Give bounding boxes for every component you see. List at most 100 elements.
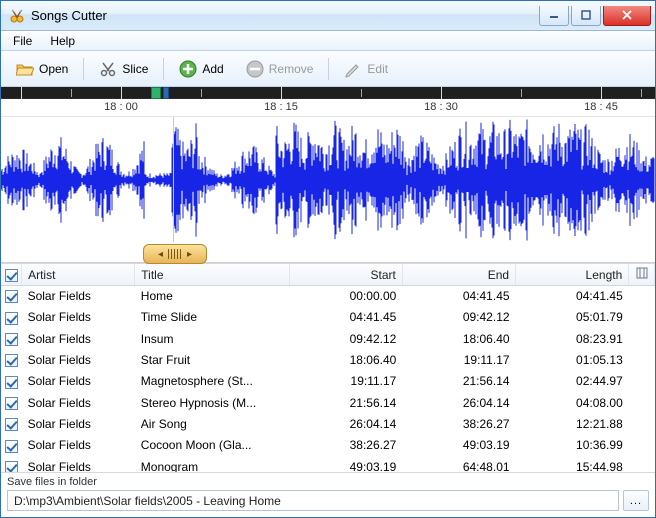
cell-start: 49:03.19 bbox=[289, 456, 402, 472]
app-icon bbox=[9, 8, 25, 24]
open-label: Open bbox=[39, 62, 68, 76]
row-checkbox[interactable] bbox=[1, 349, 22, 370]
col-check[interactable] bbox=[1, 264, 22, 286]
open-button[interactable]: Open bbox=[7, 55, 77, 83]
scrubber-handle[interactable]: ◂ ▸ bbox=[143, 244, 207, 264]
cell-start: 21:56.14 bbox=[289, 392, 402, 413]
col-length[interactable]: Length bbox=[516, 264, 629, 286]
cell-title: Cocoon Moon (Gla... bbox=[135, 435, 289, 456]
table-row[interactable]: Solar FieldsTime Slide04:41.4509:42.1205… bbox=[1, 307, 655, 328]
time-ruler[interactable]: 18 : 00 18 : 15 18 : 30 18 : 45 bbox=[1, 99, 655, 117]
arrow-left-icon: ◂ bbox=[158, 249, 163, 260]
table-row[interactable]: Solar FieldsHome00:00.0004:41.4504:41.45 bbox=[1, 286, 655, 307]
app-window: Songs Cutter File Help Open Slice Add Re… bbox=[0, 0, 656, 518]
remove-button[interactable]: Remove bbox=[237, 55, 323, 83]
cell-length: 04:41.45 bbox=[516, 286, 629, 307]
row-checkbox[interactable] bbox=[1, 371, 22, 392]
close-button[interactable] bbox=[603, 6, 651, 26]
cell-title: Time Slide bbox=[135, 307, 289, 328]
col-title[interactable]: Title bbox=[135, 264, 289, 286]
row-checkbox[interactable] bbox=[1, 456, 22, 472]
waveform bbox=[1, 117, 655, 243]
checkbox-icon[interactable] bbox=[5, 418, 18, 431]
checkbox-icon[interactable] bbox=[5, 269, 18, 282]
checkbox-icon[interactable] bbox=[5, 397, 18, 410]
row-checkbox[interactable] bbox=[1, 307, 22, 328]
slice-tick bbox=[441, 87, 442, 99]
toolbar-separator bbox=[328, 58, 329, 80]
cell-title: Magnetosphere (St... bbox=[135, 371, 289, 392]
plus-circle-icon bbox=[179, 60, 197, 78]
minimize-button[interactable] bbox=[539, 6, 569, 26]
table-row[interactable]: Solar FieldsMonogram49:03.1964:48.0115:4… bbox=[1, 456, 655, 472]
col-start[interactable]: Start bbox=[289, 264, 402, 286]
slice-track[interactable] bbox=[1, 87, 655, 99]
menu-file[interactable]: File bbox=[5, 32, 40, 50]
maximize-button[interactable] bbox=[571, 6, 601, 26]
save-folder-label: Save files in folder bbox=[1, 472, 655, 488]
cell-end: 09:42.12 bbox=[402, 307, 515, 328]
cell-length: 01:05.13 bbox=[516, 349, 629, 370]
slice-tick bbox=[361, 89, 362, 97]
row-checkbox[interactable] bbox=[1, 435, 22, 456]
titlebar[interactable]: Songs Cutter bbox=[1, 1, 655, 31]
checkbox-icon[interactable] bbox=[5, 376, 18, 389]
menu-help[interactable]: Help bbox=[42, 32, 83, 50]
cell-end: 49:03.19 bbox=[402, 435, 515, 456]
table-row[interactable]: Solar FieldsMagnetosphere (St...19:11.17… bbox=[1, 371, 655, 392]
save-path-field[interactable]: D:\mp3\Ambient\Solar fields\2005 - Leavi… bbox=[7, 490, 619, 511]
cell-artist: Solar Fields bbox=[22, 286, 135, 307]
row-checkbox[interactable] bbox=[1, 413, 22, 434]
edit-button[interactable]: Edit bbox=[335, 55, 397, 83]
slice-tick bbox=[641, 89, 642, 97]
minus-circle-icon bbox=[246, 60, 264, 78]
checkbox-icon[interactable] bbox=[5, 290, 18, 303]
checkbox-icon[interactable] bbox=[5, 461, 18, 472]
browse-button[interactable]: ... bbox=[623, 490, 649, 511]
table-row[interactable]: Solar FieldsStereo Hypnosis (M...21:56.1… bbox=[1, 392, 655, 413]
slice-marker[interactable] bbox=[163, 87, 169, 99]
slice-tick bbox=[21, 87, 22, 99]
slice-tick bbox=[281, 87, 282, 99]
cell-artist: Solar Fields bbox=[22, 435, 135, 456]
waveform-panel[interactable]: ◂ ▸ bbox=[1, 117, 655, 263]
edit-label: Edit bbox=[367, 62, 388, 76]
table-row[interactable]: Solar FieldsStar Fruit18:06.4019:11.1701… bbox=[1, 349, 655, 370]
row-checkbox[interactable] bbox=[1, 328, 22, 349]
col-artist[interactable]: Artist bbox=[22, 264, 135, 286]
add-label: Add bbox=[202, 62, 223, 76]
cell-title: Stereo Hypnosis (M... bbox=[135, 392, 289, 413]
ruler-label: 18 : 30 bbox=[424, 101, 458, 113]
remove-label: Remove bbox=[269, 62, 314, 76]
playhead-line[interactable] bbox=[173, 117, 174, 242]
cell-start: 09:42.12 bbox=[289, 328, 402, 349]
cell-start: 26:04.14 bbox=[289, 413, 402, 434]
checkbox-icon[interactable] bbox=[5, 440, 18, 453]
window-title: Songs Cutter bbox=[31, 8, 539, 23]
column-config-button[interactable] bbox=[629, 264, 655, 286]
add-button[interactable]: Add bbox=[170, 55, 232, 83]
window-buttons bbox=[539, 6, 651, 26]
cell-end: 26:04.14 bbox=[402, 392, 515, 413]
table-row[interactable]: Solar FieldsInsum09:42.1218:06.4008:23.9… bbox=[1, 328, 655, 349]
checkbox-icon[interactable] bbox=[5, 354, 18, 367]
table-row[interactable]: Solar FieldsCocoon Moon (Gla...38:26.274… bbox=[1, 435, 655, 456]
table-row[interactable]: Solar FieldsAir Song26:04.1438:26.2712:2… bbox=[1, 413, 655, 434]
menubar: File Help bbox=[1, 31, 655, 51]
checkbox-icon[interactable] bbox=[5, 333, 18, 346]
slice-tick bbox=[121, 87, 122, 99]
toolbar-separator bbox=[83, 58, 84, 80]
cell-artist: Solar Fields bbox=[22, 328, 135, 349]
cell-length: 10:36.99 bbox=[516, 435, 629, 456]
row-checkbox[interactable] bbox=[1, 286, 22, 307]
slice-button[interactable]: Slice bbox=[90, 55, 157, 83]
slice-cursor[interactable] bbox=[151, 87, 161, 99]
cell-length: 05:01.79 bbox=[516, 307, 629, 328]
row-checkbox[interactable] bbox=[1, 392, 22, 413]
pencil-icon bbox=[344, 60, 362, 78]
col-end[interactable]: End bbox=[402, 264, 515, 286]
cell-artist: Solar Fields bbox=[22, 456, 135, 472]
slice-tick bbox=[201, 89, 202, 97]
checkbox-icon[interactable] bbox=[5, 312, 18, 325]
cell-length: 04:08.00 bbox=[516, 392, 629, 413]
